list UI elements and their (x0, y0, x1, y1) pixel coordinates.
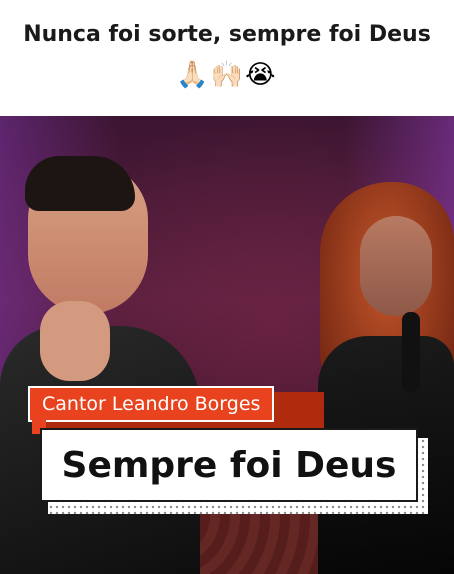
song-title: Sempre foi Deus (61, 444, 397, 486)
artist-tag-label: Cantor Leandro Borges (42, 393, 261, 415)
microphone (402, 312, 420, 392)
male-singer-hand (40, 301, 110, 381)
female-singer-face (360, 216, 432, 316)
artist-tag: Cantor Leandro Borges (28, 386, 275, 422)
song-title-box: Sempre foi Deus (40, 428, 418, 502)
caption-text: Nunca foi sorte, sempre foi Deus (23, 22, 431, 47)
caption-emoji: 🙏🏻🙌🏻😭 (176, 60, 278, 90)
male-singer-hair (25, 156, 135, 211)
post-caption: Nunca foi sorte, sempre foi Deus 🙏🏻🙌🏻😭 (0, 0, 454, 116)
video-player[interactable] (0, 116, 454, 574)
